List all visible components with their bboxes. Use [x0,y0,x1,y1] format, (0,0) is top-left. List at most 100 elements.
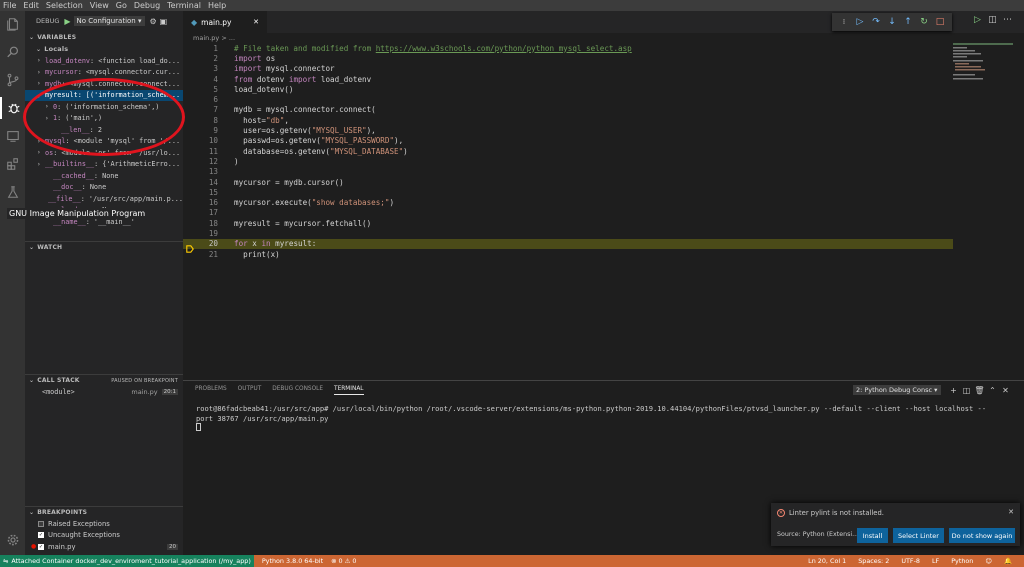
chevron-right-icon[interactable]: › [37,80,45,87]
call-stack-header[interactable]: ⌄ CALL STACK PAUSED ON BREAKPOINT [25,374,183,386]
terminal-output[interactable]: root@86fadcbeab41:/usr/src/app# /usr/loc… [183,399,1024,431]
line-number[interactable]: 6 [183,95,220,104]
feedback-icon[interactable]: ☺ [985,557,992,565]
chevron-right-icon[interactable]: › [37,149,45,156]
cursor-position[interactable]: Ln 20, Col 1 [808,557,846,565]
breakpoint-item[interactable]: ✓ Uncaught Exceptions [25,530,183,542]
close-icon[interactable]: ✕ [1008,508,1014,516]
problems-count[interactable]: ⊗ 0 ⚠ 0 [331,557,356,565]
menu-debug[interactable]: Debug [134,1,160,10]
breakpoints-header[interactable]: ⌄ BREAKPOINTS [25,506,183,518]
language-mode[interactable]: Python [951,557,973,565]
line-number[interactable]: 9 [183,126,220,135]
menu-view[interactable]: View [90,1,109,10]
menu-selection[interactable]: Selection [46,1,83,10]
close-icon[interactable]: ✕ [253,18,259,26]
panel-tab-terminal[interactable]: TERMINAL [334,386,364,395]
explorer-icon[interactable] [0,13,25,35]
debug-config-select[interactable]: No Configuration ▾ [73,16,145,26]
line-number[interactable]: 1 [183,44,220,53]
split-terminal-icon[interactable]: ◫ [960,386,973,395]
line-number[interactable]: 10 [183,136,220,145]
line-number[interactable]: 12 [183,157,220,166]
line-number[interactable]: 13 [183,167,220,176]
variable-row[interactable]: › __builtins__: {'ArithmeticErro... [25,159,183,171]
remote-indicator[interactable]: ⇋ Attached Container docker_dev_envirome… [0,555,254,567]
debug-console-icon[interactable]: ▣ [160,17,168,26]
more-actions-icon[interactable]: ⋯ [1000,15,1015,25]
remote-explorer-icon[interactable] [0,125,25,147]
continue-icon[interactable]: ▷ [852,17,868,27]
run-icon[interactable]: ▷ [970,15,985,25]
tab-main-py[interactable]: ◆ main.py ✕ [183,11,267,33]
restart-icon[interactable]: ↻ [916,17,932,27]
do-not-show-again-button[interactable]: Do not show again [949,528,1015,543]
search-icon[interactable] [0,41,25,63]
breadcrumb[interactable]: main.py > ... [183,33,235,43]
menu-go[interactable]: Go [116,1,127,10]
split-editor-icon[interactable]: ◫ [985,15,1000,25]
start-debugging-icon[interactable]: ▶ [64,17,70,26]
variables-header[interactable]: ⌄ VARIABLES [25,31,183,43]
line-number[interactable]: 16 [183,198,220,207]
gear-icon[interactable]: ⚙ [150,17,157,26]
line-number[interactable]: 8 [183,116,220,125]
locals-scope[interactable]: ⌄ Locals [25,43,183,55]
step-over-icon[interactable]: ↷ [868,17,884,27]
chevron-right-icon[interactable]: › [37,69,45,76]
source-control-icon[interactable] [0,69,25,91]
call-stack-frame[interactable]: <module> main.py 20:1 [25,386,183,398]
line-number[interactable]: 17 [183,208,220,217]
breakpoint-checkbox[interactable]: ✓ [38,532,44,539]
add-terminal-icon[interactable]: + [947,386,960,395]
menu-edit[interactable]: Edit [23,1,39,10]
breakpoint-checkbox[interactable] [38,520,44,527]
line-number[interactable]: 4 [183,75,220,84]
trash-icon[interactable]: 🗑 [973,386,986,395]
step-into-icon[interactable]: ↓ [884,17,900,27]
notifications-bell-icon[interactable]: 🔔 [1004,557,1012,565]
variable-row[interactable]: __file__: '/usr/src/app/main.p... [25,193,183,205]
variable-row[interactable]: › load_dotenv: <function load_do... [25,55,183,67]
line-number[interactable]: 15 [183,188,220,197]
indentation[interactable]: Spaces: 2 [858,557,889,565]
chevron-right-icon[interactable]: › [37,57,45,64]
line-number[interactable]: 11 [183,147,220,156]
line-number[interactable]: 3 [183,64,220,73]
variable-row[interactable]: __doc__: None [25,182,183,194]
variable-row[interactable]: › mycursor: <mysql.connector.cur... [25,67,183,79]
panel-tab-debug-console[interactable]: DEBUG CONSOLE [272,386,323,394]
close-icon[interactable]: ✕ [999,386,1012,395]
python-interpreter[interactable]: Python 3.8.0 64-bit [262,557,323,565]
stop-icon[interactable]: □ [932,17,948,27]
drag-handle-icon[interactable]: ⁞ [836,18,852,26]
line-endings[interactable]: LF [932,557,939,565]
line-number[interactable]: 19 [183,229,220,238]
panel-tab-output[interactable]: OUTPUT [238,386,262,394]
debug-icon[interactable] [0,97,25,119]
test-flask-icon[interactable] [0,181,25,203]
line-number[interactable]: 2 [183,54,220,63]
breakpoint-item[interactable]: Raised Exceptions [25,518,183,530]
line-number[interactable]: 18 [183,219,220,228]
menu-terminal[interactable]: Terminal [167,1,201,10]
terminal-select[interactable]: 2: Python Debug Consc ▾ [853,385,941,395]
watch-header[interactable]: ⌄ WATCH [25,241,183,253]
select-linter-button[interactable]: Select Linter [893,528,944,543]
minimap[interactable] [953,43,1013,83]
maximize-panel-icon[interactable]: ⌃ [986,386,999,395]
line-number[interactable]: 5 [183,85,220,94]
extensions-icon[interactable] [0,153,25,175]
encoding[interactable]: UTF-8 [901,557,920,565]
breakpoint-checkbox[interactable]: ✓ [38,543,44,550]
line-number[interactable]: 14 [183,178,220,187]
breakpoint-item[interactable]: ● ✓ main.py 20 [25,541,183,553]
menu-help[interactable]: Help [208,1,226,10]
step-out-icon[interactable]: ↑ [900,17,916,27]
menu-file[interactable]: File [3,1,16,10]
variable-row[interactable]: __cached__: None [25,170,183,182]
install-button[interactable]: Install [857,528,888,543]
panel-tab-problems[interactable]: PROBLEMS [195,386,227,394]
settings-gear-icon[interactable] [0,529,25,551]
code-editor[interactable]: 1 # File taken and modified from https://… [183,43,953,379]
